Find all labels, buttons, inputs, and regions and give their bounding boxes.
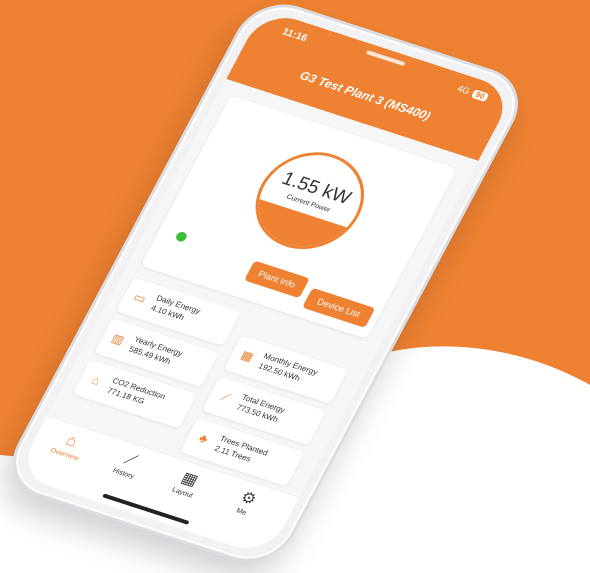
house-leaf-icon: ⌂ xyxy=(89,373,103,388)
line-chart-icon: ⟋ xyxy=(218,389,233,405)
battery-icon: ▭ xyxy=(131,289,149,306)
bar-chart-icon: ▥ xyxy=(109,331,127,348)
tab-overview[interactable]: ⌂ Overview xyxy=(34,424,104,467)
tab-me[interactable]: ⚙ Me xyxy=(211,482,281,525)
tree-icon: ♣ xyxy=(196,430,211,446)
tab-layout[interactable]: ▦ Layout xyxy=(152,463,222,506)
network-label: 4G xyxy=(455,83,472,97)
online-status-dot xyxy=(174,230,189,243)
power-gauge: 1.55 kW Current Power xyxy=(237,139,383,263)
gear-icon: ⚙ xyxy=(237,488,260,509)
plant-info-button[interactable]: Plant Info xyxy=(244,260,310,299)
tab-label: Me xyxy=(234,507,248,517)
home-indicator xyxy=(101,493,190,525)
status-indicators: 4G 90 xyxy=(456,83,490,102)
device-list-button[interactable]: Device List xyxy=(302,287,376,328)
tab-history[interactable]: ⟋ History xyxy=(93,444,163,487)
calendar-icon: ▦ xyxy=(238,347,257,364)
battery-icon: 90 xyxy=(471,88,490,102)
status-time: 11:16 xyxy=(280,26,310,45)
